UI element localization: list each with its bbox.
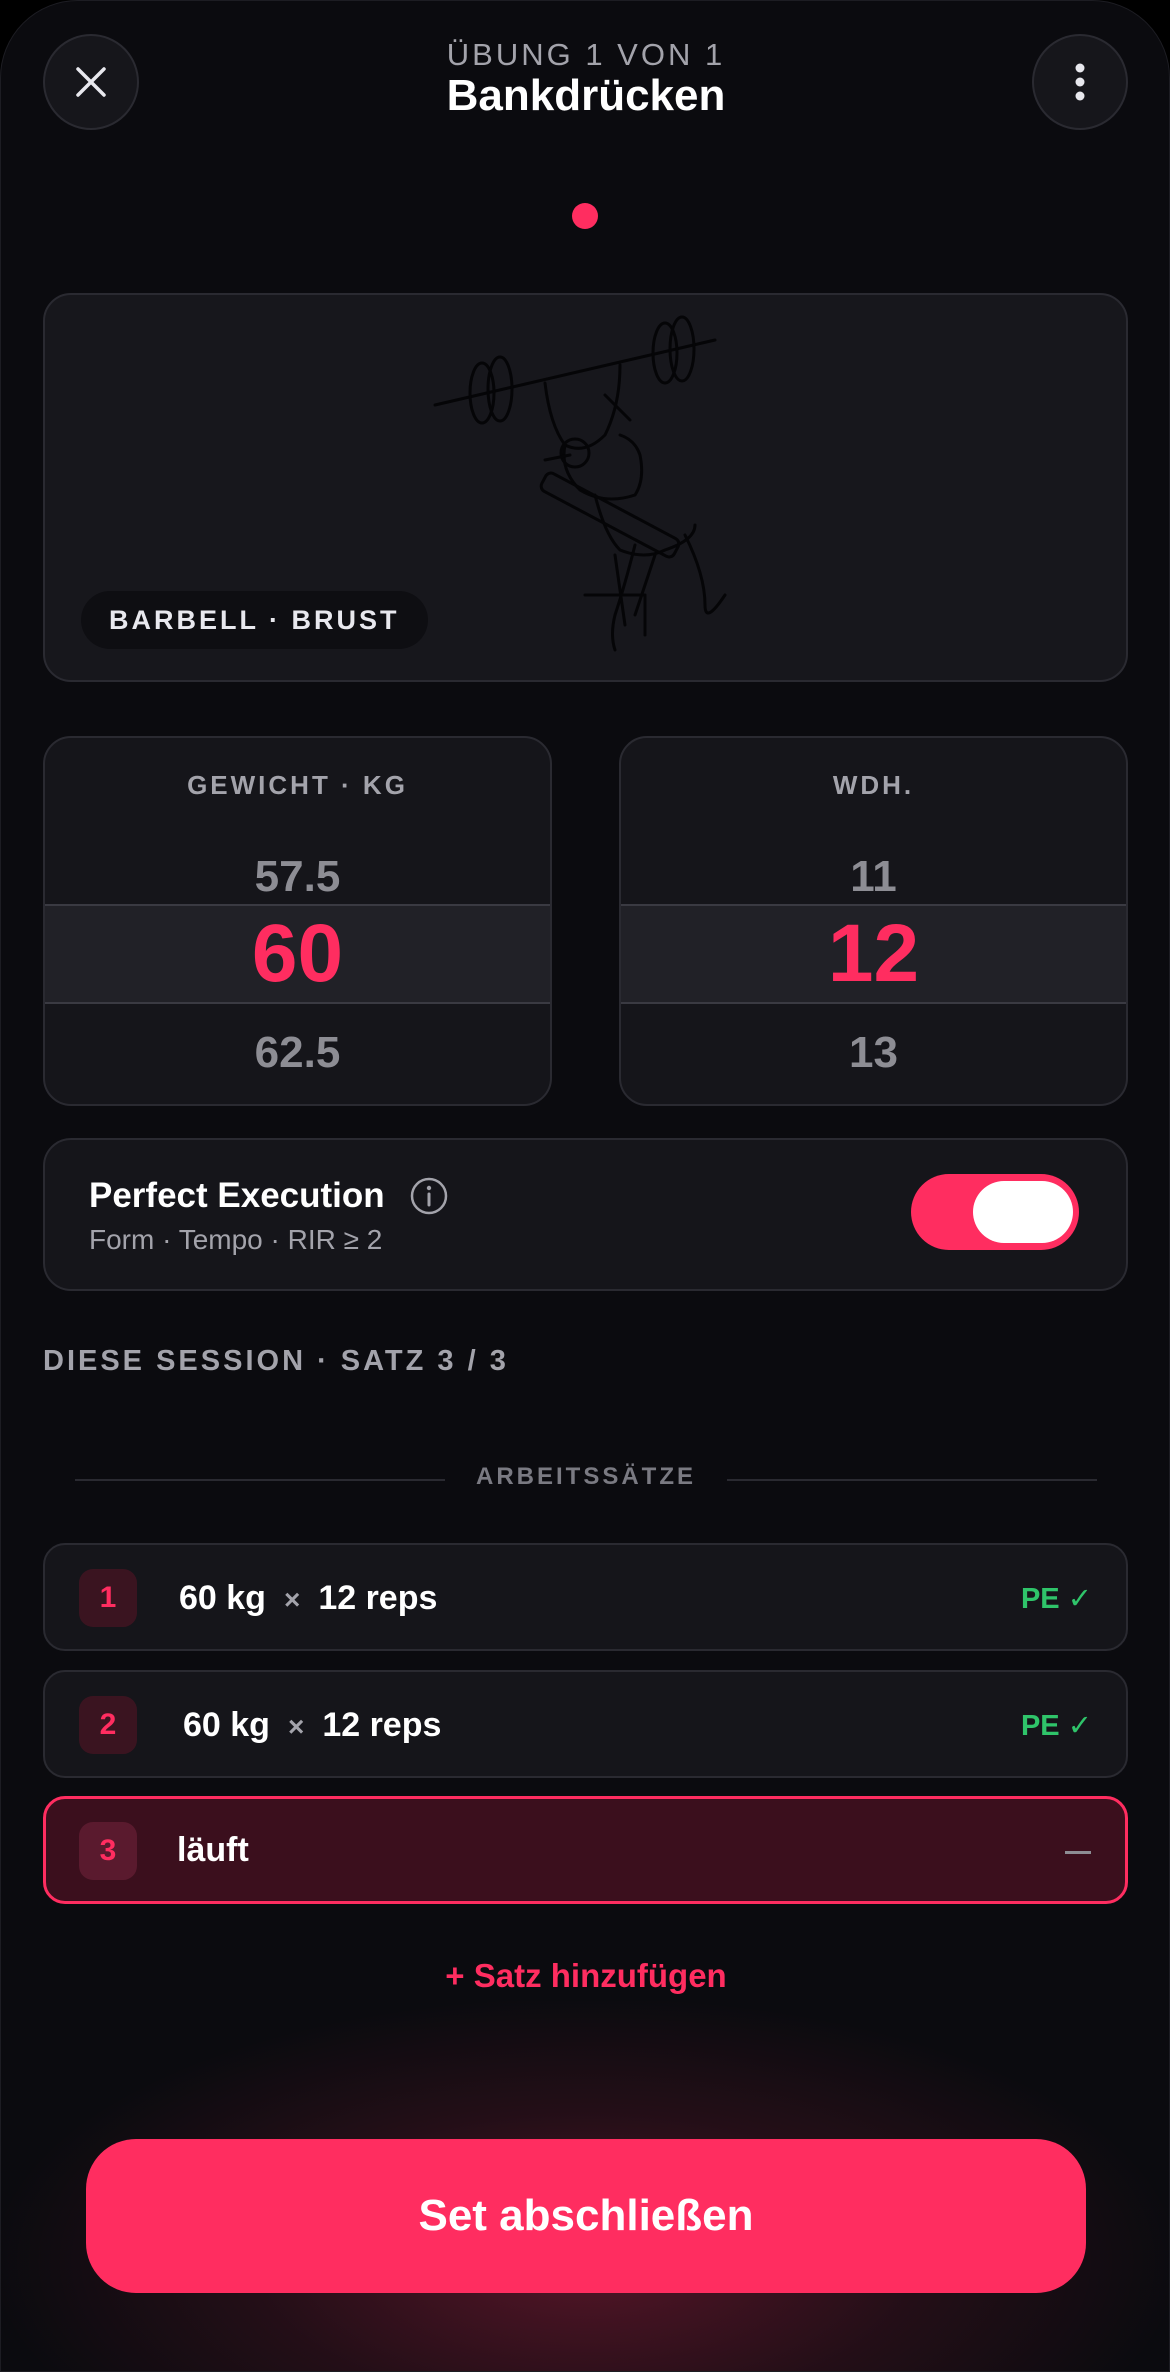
weight-selected-value[interactable]: 60 xyxy=(45,904,550,1004)
set-row[interactable]: 1 60 kg × 12 reps PE ✓ xyxy=(43,1543,1128,1651)
weight-prev-value[interactable]: 57.5 xyxy=(45,852,550,902)
perfect-execution-toggle[interactable] xyxy=(911,1174,1079,1250)
set-number-badge: 2 xyxy=(79,1696,137,1754)
reps-next-value[interactable]: 13 xyxy=(621,1028,1126,1078)
set-weight: 60 kg xyxy=(179,1579,266,1617)
set-summary: 60 kg × 12 reps xyxy=(183,1706,441,1745)
more-button[interactable] xyxy=(1032,34,1128,130)
page-indicator-dot[interactable] xyxy=(572,203,598,229)
weight-picker-label: GEWICHT · KG xyxy=(187,770,408,800)
weight-picker[interactable]: GEWICHT · KG 57.5 60 62.5 xyxy=(43,736,552,1106)
times-sign: × xyxy=(287,1711,305,1742)
pe-check-status: PE ✓ xyxy=(1020,1583,1092,1615)
set-reps: 12 reps xyxy=(322,1706,442,1744)
reps-prev-value[interactable]: 11 xyxy=(621,852,1126,902)
divider-line-right xyxy=(727,1479,1097,1481)
set-row[interactable]: 2 60 kg × 12 reps PE ✓ xyxy=(43,1670,1128,1778)
toggle-knob xyxy=(973,1181,1073,1243)
reps-picker[interactable]: WDH. 11 12 13 xyxy=(619,736,1128,1106)
times-sign: × xyxy=(283,1584,301,1615)
more-vertical-icon xyxy=(1075,63,1085,101)
exercise-counter: ÜBUNG 1 VON 1 xyxy=(446,37,726,72)
set-weight: 60 kg xyxy=(183,1706,270,1744)
reps-picker-label: WDH. xyxy=(832,770,915,800)
set-number-badge: 3 xyxy=(79,1822,137,1880)
set-reps: 12 reps xyxy=(318,1579,438,1617)
info-icon[interactable] xyxy=(409,1176,449,1216)
add-set-link[interactable]: + Satz hinzufügen xyxy=(1,1957,1169,1995)
equipment-muscle-badge: BARBELL · BRUST xyxy=(81,591,428,649)
set-summary: 60 kg × 12 reps xyxy=(179,1579,437,1618)
perfect-execution-subtitle: Form · Tempo · RIR ≥ 2 xyxy=(89,1224,383,1255)
exercise-title: Bankdrücken xyxy=(446,71,726,120)
pe-check-status: PE ✓ xyxy=(1020,1710,1092,1742)
set-running-label: läuft xyxy=(177,1831,249,1869)
workout-screen: ÜBUNG 1 VON 1 Bankdrücken BARBELL · BRUS… xyxy=(0,0,1170,2372)
session-heading: DIESE SESSION · SATZ 3 / 3 xyxy=(43,1345,509,1377)
perfect-execution-title: Perfect Execution xyxy=(89,1176,385,1215)
reps-selected-value[interactable]: 12 xyxy=(621,904,1126,1004)
set-pending-dash xyxy=(1065,1851,1091,1854)
set-number-badge: 1 xyxy=(79,1569,137,1627)
weight-next-value[interactable]: 62.5 xyxy=(45,1028,550,1078)
working-sets-divider-label: ARBEITSSÄTZE xyxy=(475,1463,696,1490)
perfect-execution-card: Perfect Execution Form · Tempo · RIR ≥ 2 xyxy=(43,1138,1128,1291)
exercise-illustration-card: BARBELL · BRUST xyxy=(43,293,1128,682)
set-row-active[interactable]: 3 läuft xyxy=(43,1796,1128,1904)
finish-set-button[interactable]: Set abschließen xyxy=(86,2139,1086,2293)
